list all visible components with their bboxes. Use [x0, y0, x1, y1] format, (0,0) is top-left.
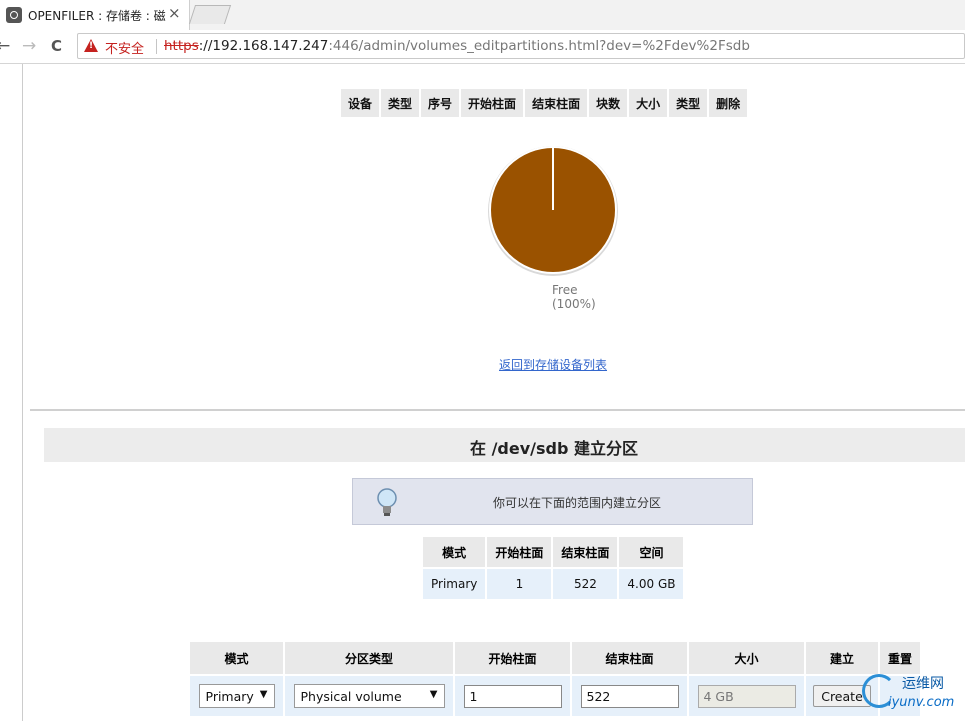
warning-icon [84, 39, 98, 52]
section-title: 在 /dev/sdb 建立分区 [470, 439, 638, 458]
form-header-row: 模式 分区类型 开始柱面 结束柱面 大小 建立 重置 [190, 642, 920, 674]
back-arrow-icon[interactable]: ← [0, 36, 10, 56]
tab-close-icon[interactable]: × [168, 4, 181, 22]
watermark-logo: 运维网 iyunv.com [858, 670, 965, 721]
forward-arrow-icon[interactable]: → [22, 36, 36, 56]
pie-label: Free (100%) [552, 283, 596, 311]
info-text: 你可以在下面的范围内建立分区 [493, 496, 662, 510]
range-table: 模式 开始柱面 结束柱面 空间 Primary 1 522 4.00 GB [421, 535, 685, 601]
partitions-header-cell-2: 序号 [421, 89, 460, 117]
range-header-cell-2: 结束柱面 [553, 537, 618, 567]
partitions-header-cell-1: 类型 [381, 89, 420, 117]
security-label[interactable]: 不安全 [105, 38, 144, 57]
address-bar[interactable]: 不安全 https://192.168.147.247:446/admin/vo… [77, 33, 965, 59]
partitions-table: 设备 类型 序号 开始柱面 结束柱面 块数 大小 类型 删除 [339, 87, 749, 119]
tab-bar: OPENFILER : 存储卷 : 磁 × [0, 0, 965, 30]
url-host: ://192.168.147.247 [198, 38, 329, 54]
size-cell: 4 GB [689, 676, 804, 716]
partitions-header-cell-7: 类型 [669, 89, 708, 117]
size-input: 4 GB [697, 684, 796, 708]
pie-label-name: Free [552, 283, 578, 297]
range-cell-2: 522 [553, 569, 618, 599]
range-cell-1: 1 [487, 569, 552, 599]
info-box: 你可以在下面的范围内建立分区 [352, 478, 753, 525]
partitions-header-cell-6: 大小 [629, 89, 668, 117]
partitions-header-cell-0: 设备 [341, 89, 380, 117]
create-section-header: 在 /dev/sdb 建立分区 [44, 428, 965, 462]
range-header-cell-3: 空间 [619, 537, 684, 567]
tab-title: OPENFILER : 存储卷 : 磁 [28, 9, 166, 23]
page-content: 设备 类型 序号 开始柱面 结束柱面 块数 大小 类型 删除 Free (100%) 返回到存储… [0, 64, 965, 721]
form-input-row: Primary ▼ Physical volume ▼ 1 522 4 GB Cre… [190, 676, 920, 716]
partition-type-value: Physical volume [300, 689, 402, 704]
form-header-cell-3: 结束柱面 [572, 642, 687, 674]
partitions-header-cell-3: 开始柱面 [461, 89, 524, 117]
url-path: :446/admin/volumes_editpartitions.html?d… [328, 38, 750, 54]
partitions-header-row: 设备 类型 序号 开始柱面 结束柱面 块数 大小 类型 删除 [341, 89, 748, 117]
url-protocol: https [164, 38, 199, 54]
range-cell-3: 4.00 GB [619, 569, 684, 599]
left-border [22, 64, 23, 721]
range-row: Primary 1 522 4.00 GB [423, 569, 684, 599]
new-tab-button[interactable] [188, 5, 232, 24]
start-cylinder-input[interactable]: 1 [463, 684, 562, 708]
form-header-cell-2: 开始柱面 [455, 642, 570, 674]
url-text[interactable]: https://192.168.147.247:446/admin/volume… [164, 38, 750, 54]
range-header-cell-1: 开始柱面 [487, 537, 552, 567]
form-header-cell-0: 模式 [190, 642, 283, 674]
watermark-text-2: iyunv.com [888, 695, 955, 710]
partition-type-cell: Physical volume ▼ [285, 676, 453, 716]
end-cylinder-cell: 522 [572, 676, 687, 716]
form-header-cell-4: 大小 [689, 642, 804, 674]
start-cylinder-cell: 1 [455, 676, 570, 716]
partitions-header-cell-4: 结束柱面 [525, 89, 588, 117]
range-header-row: 模式 开始柱面 结束柱面 空间 [423, 537, 684, 567]
section-divider [30, 409, 965, 411]
pie-chart [488, 146, 618, 276]
site-favicon-icon [6, 7, 22, 23]
range-header-cell-0: 模式 [423, 537, 486, 567]
end-cylinder-input[interactable]: 522 [580, 684, 679, 708]
reload-icon[interactable]: C [51, 37, 62, 55]
watermark-text-1: 运维网 [902, 676, 944, 692]
address-separator [156, 39, 157, 54]
partitions-header-cell-8: 删除 [709, 89, 748, 117]
pie-label-percent: (100%) [552, 297, 596, 311]
create-partition-form: 模式 分区类型 开始柱面 结束柱面 大小 建立 重置 Primary ▼ Physical v… [188, 640, 922, 718]
lightbulb-icon [377, 488, 397, 516]
range-cell-0: Primary [423, 569, 486, 599]
mode-cell: Primary ▼ [190, 676, 283, 716]
dropdown-arrow-icon: ▼ [259, 689, 268, 700]
form-header-cell-1: 分区类型 [285, 642, 453, 674]
browser-toolbar: ← → C 不安全 https://192.168.147.247:446/ad… [0, 30, 965, 64]
partitions-header-cell-5: 块数 [589, 89, 628, 117]
back-to-devices-link[interactable]: 返回到存储设备列表 [499, 356, 607, 373]
dropdown-arrow-icon: ▼ [429, 689, 438, 700]
partition-type-select[interactable]: Physical volume ▼ [293, 684, 445, 708]
browser-tab[interactable]: OPENFILER : 存储卷 : 磁 × [0, 0, 190, 30]
mode-select[interactable]: Primary ▼ [198, 684, 275, 708]
mode-value: Primary [205, 689, 254, 704]
